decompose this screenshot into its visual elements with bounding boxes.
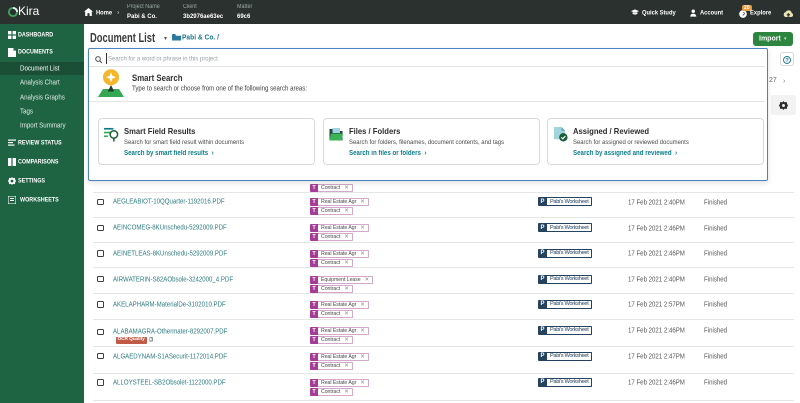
svg-text:?: ?	[785, 58, 789, 64]
